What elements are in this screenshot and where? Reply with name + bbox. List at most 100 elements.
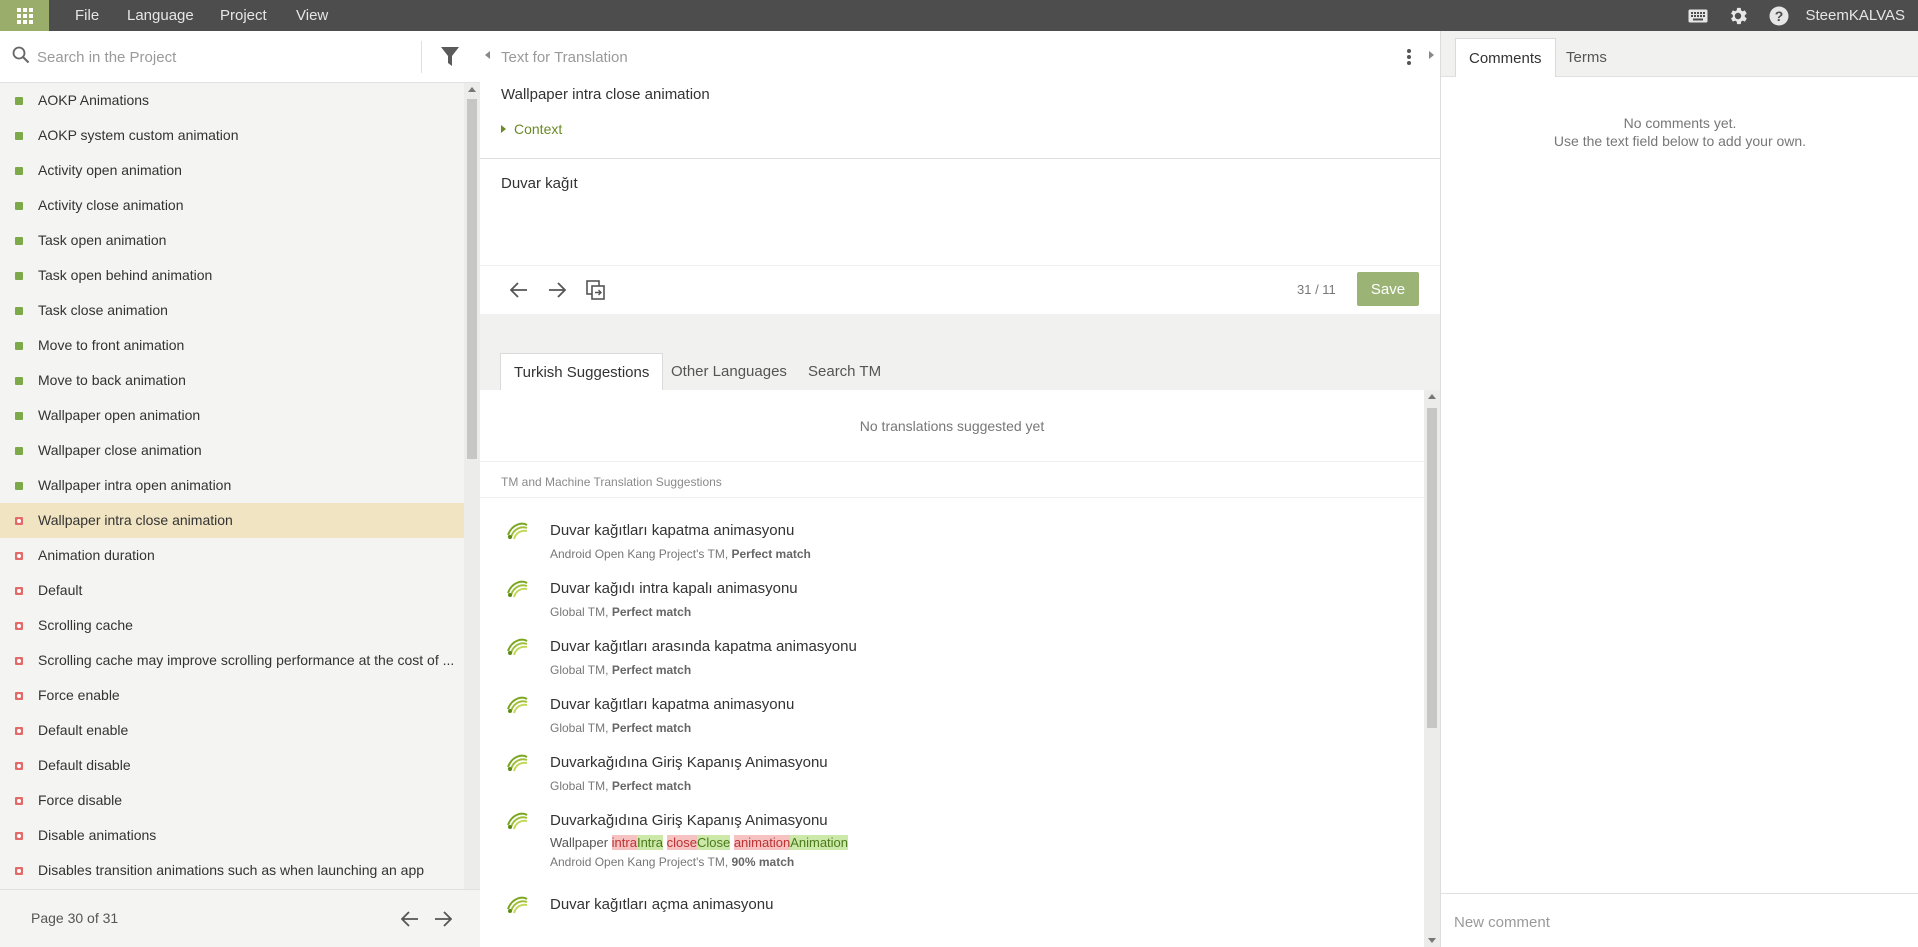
tab-terms[interactable]: Terms <box>1553 38 1620 77</box>
list-item-label: Force disable <box>38 792 123 808</box>
menu-file[interactable]: File <box>75 0 99 31</box>
list-item[interactable]: Wallpaper intra open animation <box>0 468 464 503</box>
list-item[interactable]: Default disable <box>0 748 464 783</box>
list-item[interactable]: Default enable <box>0 713 464 748</box>
list-item[interactable]: Force disable <box>0 783 464 818</box>
scroll-thumb[interactable] <box>1427 408 1437 728</box>
tm-source-icon <box>506 694 528 716</box>
list-item[interactable]: Task close animation <box>0 293 464 328</box>
list-item[interactable]: Activity open animation <box>0 153 464 188</box>
list-item[interactable]: Move to back animation <box>0 363 464 398</box>
user-menu[interactable]: SteemKALVAS <box>1806 0 1906 31</box>
list-item[interactable]: Move to front animation <box>0 328 464 363</box>
divider <box>480 497 1424 498</box>
diff-deleted: close <box>666 835 697 850</box>
suggestions-scrollbar[interactable] <box>1424 390 1440 947</box>
translation-input[interactable]: Duvar kağıt <box>501 175 1421 253</box>
suggestion-item[interactable]: Duvarkağıdına Giriş Kapanış Animasyonu Wa… <box>480 796 1424 885</box>
list-item[interactable]: Disables transition animations such as w… <box>0 853 464 888</box>
list-item-label: Wallpaper open animation <box>38 407 201 423</box>
help-icon: ? <box>1769 6 1789 26</box>
search-bar <box>0 31 480 83</box>
tab-other-languages[interactable]: Other Languages <box>658 353 800 390</box>
apps-grid-button[interactable] <box>0 0 49 31</box>
tm-source-icon <box>506 520 528 542</box>
list-item-label: Wallpaper intra open animation <box>38 477 232 493</box>
list-item[interactable]: Scrolling cache <box>0 608 464 643</box>
tab-search-tm[interactable]: Search TM <box>795 353 894 390</box>
list-item[interactable]: Task open animation <box>0 223 464 258</box>
save-button[interactable]: Save <box>1357 272 1419 306</box>
suggestion-source-name: Android Open Kang Project's TM, <box>550 547 732 561</box>
menu-project[interactable]: Project <box>220 0 267 31</box>
untranslated-status-icon <box>15 552 23 560</box>
translated-status-icon <box>15 132 23 140</box>
collapse-left-icon[interactable] <box>485 51 490 59</box>
tm-source-icon <box>506 810 528 832</box>
menu-language[interactable]: Language <box>127 0 194 31</box>
list-item[interactable]: Task open behind animation <box>0 258 464 293</box>
previous-page-button[interactable] <box>398 907 422 931</box>
list-item-label: AOKP Animations <box>38 92 150 108</box>
untranslated-status-icon <box>15 797 23 805</box>
list-item[interactable]: Force enable <box>0 678 464 713</box>
scroll-thumb[interactable] <box>467 99 477 459</box>
scroll-up-arrow[interactable] <box>1428 394 1436 399</box>
list-item[interactable]: Default <box>0 573 464 608</box>
untranslated-status-icon <box>15 727 23 735</box>
previous-string-button[interactable] <box>507 278 531 302</box>
next-page-button[interactable] <box>431 907 455 931</box>
tm-logo-icon <box>507 754 528 772</box>
list-item[interactable]: Activity close animation <box>0 188 464 223</box>
tab-turkish-suggestions[interactable]: Turkish Suggestions <box>500 353 664 390</box>
list-item[interactable]: Wallpaper close animation <box>0 433 464 468</box>
help-button[interactable]: ? <box>1767 4 1791 28</box>
settings-button[interactable] <box>1726 4 1750 28</box>
apps-grid-icon <box>16 7 33 24</box>
list-item[interactable]: Scrolling cache may improve scrolling pe… <box>0 643 464 678</box>
next-string-button[interactable] <box>545 278 569 302</box>
list-item-label: AOKP system custom animation <box>38 127 239 143</box>
filter-icon[interactable] <box>440 46 460 68</box>
untranslated-status-icon <box>15 657 23 665</box>
diff-deleted: animation <box>733 835 791 850</box>
editor-toolbar: 31 / 11 Save <box>480 265 1440 314</box>
string-list: AOKP Animations AOKP system custom animat… <box>0 83 464 919</box>
scroll-up-arrow[interactable] <box>468 87 476 92</box>
search-input[interactable] <box>37 45 407 69</box>
tm-source-icon <box>506 894 528 916</box>
tab-comments[interactable]: Comments <box>1455 38 1556 77</box>
list-item-label: Scrolling cache <box>38 617 133 633</box>
list-item[interactable]: AOKP system custom animation <box>0 118 464 153</box>
suggestion-diff: Wallpaper intraIntra closeClose animatio… <box>550 835 849 850</box>
more-options-icon[interactable] <box>1399 47 1419 67</box>
suggestion-item[interactable]: Duvar kağıtları açma animasyonu <box>480 880 1424 947</box>
tm-logo-icon <box>507 638 528 656</box>
list-item[interactable]: AOKP Animations <box>0 83 464 118</box>
list-item-label: Animation duration <box>38 547 155 563</box>
copy-source-button[interactable] <box>584 278 608 302</box>
list-item-label: Task open animation <box>38 232 167 248</box>
collapse-right-icon[interactable] <box>1429 51 1434 59</box>
diff-inserted: Close <box>696 835 731 850</box>
context-toggle[interactable]: Context <box>501 121 562 137</box>
suggestion-source: Global TM, Perfect match <box>550 663 691 677</box>
list-item[interactable]: Animation duration <box>0 538 464 573</box>
scroll-down-arrow[interactable] <box>1428 938 1436 943</box>
tm-logo-icon <box>507 580 528 598</box>
strings-scrollbar[interactable] <box>464 83 480 919</box>
list-item[interactable]: Wallpaper open animation <box>0 398 464 433</box>
list-item[interactable]: Disable animations <box>0 818 464 853</box>
list-item[interactable]: Wallpaper intra close animation <box>0 503 464 538</box>
suggestion-text: Duvarkağıdına Giriş Kapanış Animasyonu <box>550 754 828 771</box>
untranslated-status-icon <box>15 867 23 875</box>
list-item-label: Scrolling cache may improve scrolling pe… <box>38 652 455 668</box>
suggestion-source-name: Global TM, <box>550 721 612 735</box>
diff-inserted: Animation <box>790 835 849 850</box>
new-comment-input[interactable] <box>1454 910 1904 934</box>
translated-status-icon <box>15 167 23 175</box>
menu-view[interactable]: View <box>296 0 328 31</box>
list-item-label: Move to back animation <box>38 372 186 388</box>
match-quality: Perfect match <box>611 605 692 619</box>
keyboard-shortcuts-button[interactable] <box>1686 4 1710 28</box>
